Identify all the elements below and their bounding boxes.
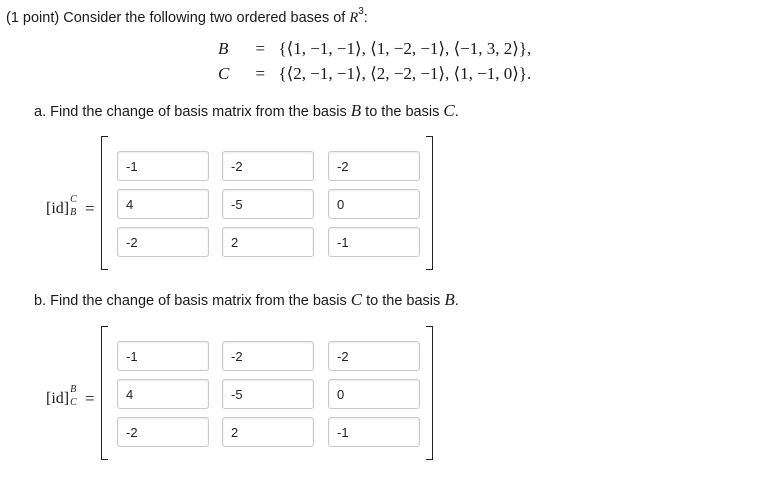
part-a-cell-r3c3[interactable] [328,227,420,257]
part-b-cell-r3c1[interactable] [117,417,209,447]
basis-b-definition: B = {⟨1, −1, −1⟩, ⟨1, −2, −1⟩, ⟨−1, 3, 2… [218,39,531,59]
part-a-cell-r1c3[interactable] [328,151,420,181]
part-a-cell-r3c2[interactable] [222,227,314,257]
part-b-equals: = [85,389,95,408]
part-a-label-sub: B [70,207,77,219]
part-a-matrix-label: [id] C B [46,194,81,219]
part-b-label-id: [id] [46,390,70,407]
part-b-cell-r1c2[interactable] [222,341,314,371]
basis-b-equals: = [255,39,266,58]
part-b-cell-r2c2[interactable] [222,379,314,409]
part-b-cell-r1c1[interactable] [117,341,209,371]
part-b-right-bracket [426,326,433,460]
part-a-label-id: [id] [46,200,70,217]
question-header: (1 point) Consider the following two ord… [6,6,368,27]
part-b-cell-r1c3[interactable] [328,341,420,371]
part-b-cell-r3c3[interactable] [328,417,420,447]
question-text: (1 point) Consider the following two ord… [6,9,346,26]
part-b-period: . [454,293,459,309]
part-a-label-sup: C [70,194,77,206]
part-a-cell-r2c1[interactable] [117,189,209,219]
part-a-period: . [454,104,459,120]
part-a-from-basis: B [350,101,362,120]
part-b-label-sup: B [70,384,77,396]
part-b-left-bracket [101,326,108,460]
basis-c-equals: = [255,64,266,83]
basis-c-vectors: {⟨2, −1, −1⟩, ⟨2, −2, −1⟩, ⟨1, −1, 0⟩}. [278,64,532,83]
part-a-cell-r1c1[interactable] [117,151,209,181]
part-a-equals: = [85,199,95,218]
part-a-mid-text: to the basis [365,104,440,120]
space-exponent: 3 [358,6,364,17]
part-a-prompt: a. Find the change of basis matrix from … [34,101,459,121]
basis-c-symbol: C [218,64,230,83]
part-a-cell-r3c1[interactable] [117,227,209,257]
part-b-cell-r2c1[interactable] [117,379,209,409]
basis-b-vectors: {⟨1, −1, −1⟩, ⟨1, −2, −1⟩, ⟨−1, 3, 2⟩}, [278,39,532,58]
part-b-to-basis: B [444,290,455,309]
part-b-prompt: b. Find the change of basis matrix from … [34,290,459,310]
part-a-cell-r2c3[interactable] [328,189,420,219]
part-b-cell-r3c2[interactable] [222,417,314,447]
part-b-mid-text: to the basis [366,293,441,309]
part-b-matrix-label: [id] B C [46,384,81,409]
part-a-text: a. Find the change of basis matrix from … [34,104,347,120]
header-colon: : [363,9,368,26]
part-a-cell-r2c2[interactable] [222,189,314,219]
basis-c-definition: C = {⟨2, −1, −1⟩, ⟨2, −2, −1⟩, ⟨1, −1, 0… [218,64,531,84]
basis-b-symbol: B [218,39,229,58]
part-a-cell-r1c2[interactable] [222,151,314,181]
part-a-right-bracket [426,136,433,270]
part-a-to-basis: C [443,101,455,120]
part-a-left-bracket [101,136,108,270]
part-b-label-sub: C [70,397,77,409]
space-symbol: R [349,9,359,26]
part-b-text: b. Find the change of basis matrix from … [34,293,347,309]
part-b-cell-r2c3[interactable] [328,379,420,409]
part-b-from-basis: C [350,290,363,309]
